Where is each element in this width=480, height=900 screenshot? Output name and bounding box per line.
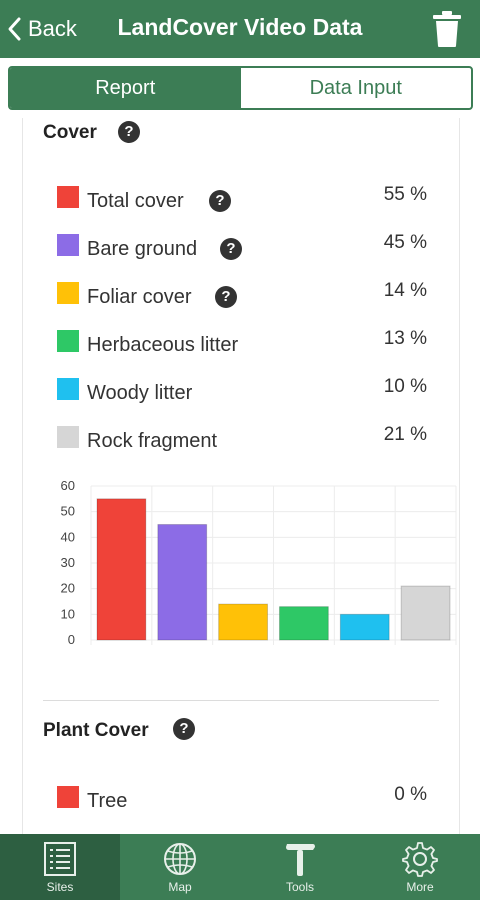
top-app-bar: Back LandCover Video Data <box>0 0 480 58</box>
nav-label: Sites <box>46 880 74 894</box>
cover-item-label: Herbaceous litter <box>87 334 239 356</box>
y-tick-label: 50 <box>61 504 75 519</box>
list-item: Tree 0 % <box>57 784 427 822</box>
plant-cover-item-label: Tree <box>87 790 128 812</box>
cover-item-label: Woody litter <box>87 382 193 404</box>
legend-swatch <box>57 186 79 208</box>
y-tick-label: 60 <box>61 478 75 493</box>
page-title: LandCover Video Data <box>117 14 363 40</box>
legend-swatch <box>57 330 79 352</box>
cover-bar-chart: 0 10 20 30 40 50 60 <box>61 478 457 647</box>
nav-label: More <box>406 880 434 894</box>
y-tick-label: 0 <box>68 632 75 647</box>
list-item: Total cover ? 55 % <box>57 184 427 222</box>
trash-icon[interactable] <box>432 10 462 48</box>
gear-icon <box>402 842 438 877</box>
cover-item-value: 10 % <box>383 376 427 397</box>
plant-cover-section-title: Plant Cover <box>43 720 149 741</box>
cover-item-value: 13 % <box>383 328 427 349</box>
list-item: Woody litter 10 % <box>57 376 427 414</box>
cover-item-value: 14 % <box>383 280 427 301</box>
cover-item-value: 21 % <box>383 424 427 445</box>
list-item: Foliar cover ? 14 % <box>57 280 427 318</box>
tab-data-input[interactable]: Data Input <box>241 68 472 108</box>
help-icon[interactable]: ? <box>209 190 231 212</box>
report-content: Cover ? Total cover ? 55 % Bare ground ?… <box>22 118 460 834</box>
bar-foliar-cover <box>218 603 269 641</box>
plant-cover-item-value: 0 % <box>394 784 427 805</box>
nav-map[interactable]: Map <box>120 834 240 900</box>
bar-rock-fragment <box>400 585 451 641</box>
legend-swatch <box>57 234 79 256</box>
bar-woody-litter <box>339 613 390 641</box>
cover-item-value: 55 % <box>383 184 427 205</box>
nav-sites[interactable]: Sites <box>0 834 120 900</box>
nav-tools[interactable]: Tools <box>240 834 360 900</box>
legend-swatch <box>57 426 79 448</box>
y-tick-label: 20 <box>61 581 75 596</box>
help-icon[interactable]: ? <box>220 238 242 260</box>
cover-item-label: Foliar cover <box>87 286 192 308</box>
list-item: Rock fragment 21 % <box>57 424 427 462</box>
hammer-icon <box>286 844 315 876</box>
list-item: Bare ground ? 45 % <box>57 232 427 270</box>
cover-item-label: Rock fragment <box>87 430 218 452</box>
cover-section-title: Cover <box>43 122 97 143</box>
y-tick-label: 30 <box>61 555 75 570</box>
cover-item-label: Bare ground <box>87 238 198 260</box>
legend-swatch <box>57 786 79 808</box>
help-icon[interactable]: ? <box>215 286 237 308</box>
bar-herbaceous-litter <box>279 606 329 641</box>
tab-report[interactable]: Report <box>10 68 241 108</box>
legend-swatch <box>57 378 79 400</box>
plant-cover-help-icon[interactable]: ? <box>173 718 195 740</box>
y-tick-label: 10 <box>61 606 75 621</box>
section-divider <box>43 700 439 701</box>
bar-total-cover <box>96 498 147 641</box>
y-tick-label: 40 <box>61 529 75 544</box>
list-icon <box>44 842 76 876</box>
nav-more[interactable]: More <box>360 834 480 900</box>
cover-item-value: 45 % <box>383 232 427 253</box>
list-item: Herbaceous litter 13 % <box>57 328 427 366</box>
cover-help-icon[interactable]: ? <box>118 121 140 143</box>
bar-bare-ground <box>157 524 208 641</box>
legend-swatch <box>57 282 79 304</box>
nav-label: Map <box>168 880 192 894</box>
bottom-navigation: Sites Map Tools More <box>0 834 480 900</box>
globe-icon <box>164 843 196 875</box>
report-tabs: Report Data Input <box>8 66 473 110</box>
nav-label: Tools <box>285 880 314 894</box>
cover-item-label: Total cover <box>87 190 184 212</box>
